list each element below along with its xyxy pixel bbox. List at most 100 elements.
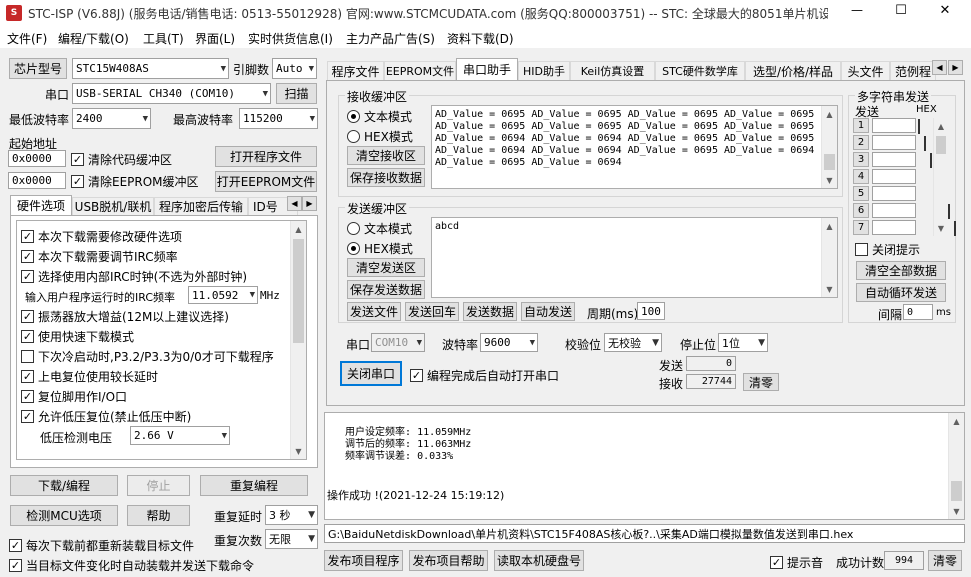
tab-selection-price[interactable]: 选型/价格/样品	[745, 61, 841, 80]
hw-option-checkbox[interactable]: ✓ 选择使用内部IRC时钟(不选为外部时钟)	[21, 268, 247, 285]
pin-count-select[interactable]: Auto ▼	[272, 58, 317, 79]
open-eeprom-button[interactable]: 打开EEPROM文件	[215, 171, 317, 192]
multi-send-input[interactable]	[872, 220, 916, 235]
hw-option-checkbox[interactable]: ✓ 复位脚用作I/O口	[21, 388, 127, 405]
clear-eeprom-checkbox[interactable]: ✓ 清除EEPROM缓冲区	[71, 173, 199, 190]
clear-success-button[interactable]: 清零	[928, 550, 962, 571]
send-file-button[interactable]: 发送文件	[347, 302, 401, 321]
scroll-thumb[interactable]	[936, 136, 946, 154]
save-send-button[interactable]: 保存发送数据	[347, 280, 425, 299]
multi-send-row-button[interactable]: 6	[853, 203, 869, 218]
save-receive-button[interactable]: 保存接收数据	[347, 168, 425, 187]
hw-option-checkbox[interactable]: ✓ 上电复位使用较长延时	[21, 368, 158, 385]
parity-select[interactable]: 无校验 ▼	[604, 333, 662, 352]
scroll-up-icon[interactable]: ▲	[291, 221, 306, 237]
tab-examples[interactable]: 范例程	[890, 61, 936, 80]
tab-keil-sim[interactable]: Keil仿真设置	[570, 61, 655, 80]
period-input[interactable]: 100	[637, 302, 665, 320]
maximize-button[interactable]: ☐	[886, 3, 916, 23]
right-tab-scroll-right-button[interactable]: ▶	[948, 60, 963, 75]
scan-button[interactable]: 扫描	[276, 83, 317, 104]
tab-hid-assistant[interactable]: HID助手	[518, 61, 570, 80]
multi-send-input[interactable]	[872, 169, 916, 184]
multi-hex-checkbox[interactable]	[954, 221, 956, 236]
send-echo-button[interactable]: 发送回车	[405, 302, 459, 321]
receive-scrollbar[interactable]: ▲ ▼	[821, 106, 837, 188]
multi-hex-checkbox[interactable]	[924, 136, 926, 151]
stop-button[interactable]: 停止	[127, 475, 190, 496]
menu-products[interactable]: 主力产品广告(S)	[346, 30, 435, 47]
close-window-button[interactable]: ✕	[930, 3, 960, 23]
send-hex-mode-radio[interactable]: HEX模式	[347, 240, 413, 257]
clear-code-checkbox[interactable]: ✓ 清除代码缓冲区	[71, 151, 172, 168]
receive-textarea[interactable]: AD_Value = 0695 AD_Value = 0695 AD_Value…	[431, 105, 838, 189]
code-address-input[interactable]: 0x0000	[8, 150, 66, 167]
hw-option-checkbox[interactable]: ✓ 本次下载需要修改硬件选项	[21, 228, 182, 245]
auto-open-checkbox[interactable]: ✓ 编程完成后自动打开串口	[410, 367, 559, 384]
menu-program[interactable]: 编程/下载(O)	[58, 30, 129, 47]
clear-all-button[interactable]: 清空全部数据	[856, 261, 946, 280]
auto-send-button[interactable]: 自动发送	[521, 302, 575, 321]
multi-send-row-button[interactable]: 4	[853, 169, 869, 184]
multi-send-row-button[interactable]: 2	[853, 135, 869, 150]
scroll-down-icon[interactable]: ▼	[949, 503, 964, 519]
multi-send-scrollbar[interactable]: ▲ ▼	[933, 118, 948, 236]
multi-send-row-button[interactable]: 3	[853, 152, 869, 167]
scroll-down-icon[interactable]: ▼	[291, 443, 306, 459]
tab-encrypted-transfer[interactable]: 程序加密后传输	[154, 197, 248, 215]
tab-scroll-right-button[interactable]: ▶	[302, 196, 317, 211]
tab-math-lib[interactable]: STC硬件数学库	[655, 61, 745, 80]
send-text-mode-radio[interactable]: 文本模式	[347, 220, 412, 237]
scroll-down-icon[interactable]: ▼	[822, 172, 837, 188]
reload-each-checkbox[interactable]: ✓ 每次下载前都重新装载目标文件	[9, 537, 194, 554]
auto-reload-checkbox[interactable]: ✓ 当目标文件变化时自动装载并发送下载命令	[9, 557, 254, 574]
port-select[interactable]: USB-SERIAL CH340 (COM10) ▼	[72, 83, 271, 104]
multi-hex-checkbox[interactable]	[948, 204, 950, 219]
close-hint-checkbox[interactable]: 关闭提示	[855, 241, 920, 258]
tab-eeprom-file[interactable]: EEPROM文件	[384, 61, 456, 80]
publish-help-button[interactable]: 发布项目帮助	[409, 550, 488, 571]
tab-hardware-options[interactable]: 硬件选项	[10, 195, 72, 215]
multi-send-input[interactable]	[872, 135, 916, 150]
publish-program-button[interactable]: 发布项目程序	[324, 550, 403, 571]
scroll-down-icon[interactable]: ▼	[934, 220, 948, 236]
multi-send-input[interactable]	[872, 186, 916, 201]
scroll-down-icon[interactable]: ▼	[822, 281, 837, 297]
scroll-up-icon[interactable]: ▲	[822, 218, 837, 234]
scroll-thumb[interactable]	[293, 239, 304, 343]
hw-option-checkbox[interactable]: ✓ 振荡器放大增益(12M以上建议选择)	[21, 308, 229, 325]
detect-mcu-button[interactable]: 检测MCU选项	[10, 505, 118, 526]
menu-file[interactable]: 文件(F)	[7, 30, 47, 47]
clear-receive-button[interactable]: 清空接收区	[347, 146, 425, 165]
multi-send-input[interactable]	[872, 203, 916, 218]
multi-send-row-button[interactable]: 5	[853, 186, 869, 201]
reprogram-button[interactable]: 重复编程	[200, 475, 308, 496]
help-button[interactable]: 帮助	[127, 505, 190, 526]
scroll-up-icon[interactable]: ▲	[949, 413, 964, 429]
clear-count-button[interactable]: 清零	[743, 373, 779, 391]
multi-send-row-button[interactable]: 1	[853, 118, 869, 133]
baud-select[interactable]: 9600 ▼	[480, 333, 538, 352]
hw-option-checkbox[interactable]: ✓ 允许低压复位(禁止低压中断)	[21, 408, 191, 425]
multi-send-input[interactable]	[872, 152, 916, 167]
open-program-button[interactable]: 打开程序文件	[215, 146, 317, 167]
multi-hex-checkbox[interactable]	[918, 119, 920, 134]
send-data-button[interactable]: 发送数据	[463, 302, 517, 321]
recv-hex-mode-radio[interactable]: HEX模式	[347, 128, 413, 145]
menu-downloads[interactable]: 资料下载(D)	[447, 30, 514, 47]
options-scrollbar[interactable]: ▲ ▼	[290, 221, 306, 459]
auto-loop-button[interactable]: 自动循环发送	[856, 283, 946, 302]
min-baud-select[interactable]: 2400 ▼	[72, 108, 151, 129]
recv-text-mode-radio[interactable]: 文本模式	[347, 108, 412, 125]
tab-serial-assistant[interactable]: 串口助手	[456, 58, 518, 80]
beep-checkbox[interactable]: ✓ 提示音	[770, 554, 823, 571]
stop-bits-select[interactable]: 1位 ▼	[718, 333, 768, 352]
chip-model-button[interactable]: 芯片型号	[9, 58, 67, 79]
irc-frequency-select[interactable]: 11.0592 ▼	[188, 286, 258, 304]
right-tab-scroll-left-button[interactable]: ◀	[932, 60, 947, 75]
download-button[interactable]: 下载/编程	[10, 475, 118, 496]
retry-delay-select[interactable]: 3 秒 ▼	[265, 505, 318, 525]
clear-send-button[interactable]: 清空发送区	[347, 258, 425, 277]
eeprom-address-input[interactable]: 0x0000	[8, 172, 66, 189]
tab-header-file[interactable]: 头文件	[841, 61, 890, 80]
